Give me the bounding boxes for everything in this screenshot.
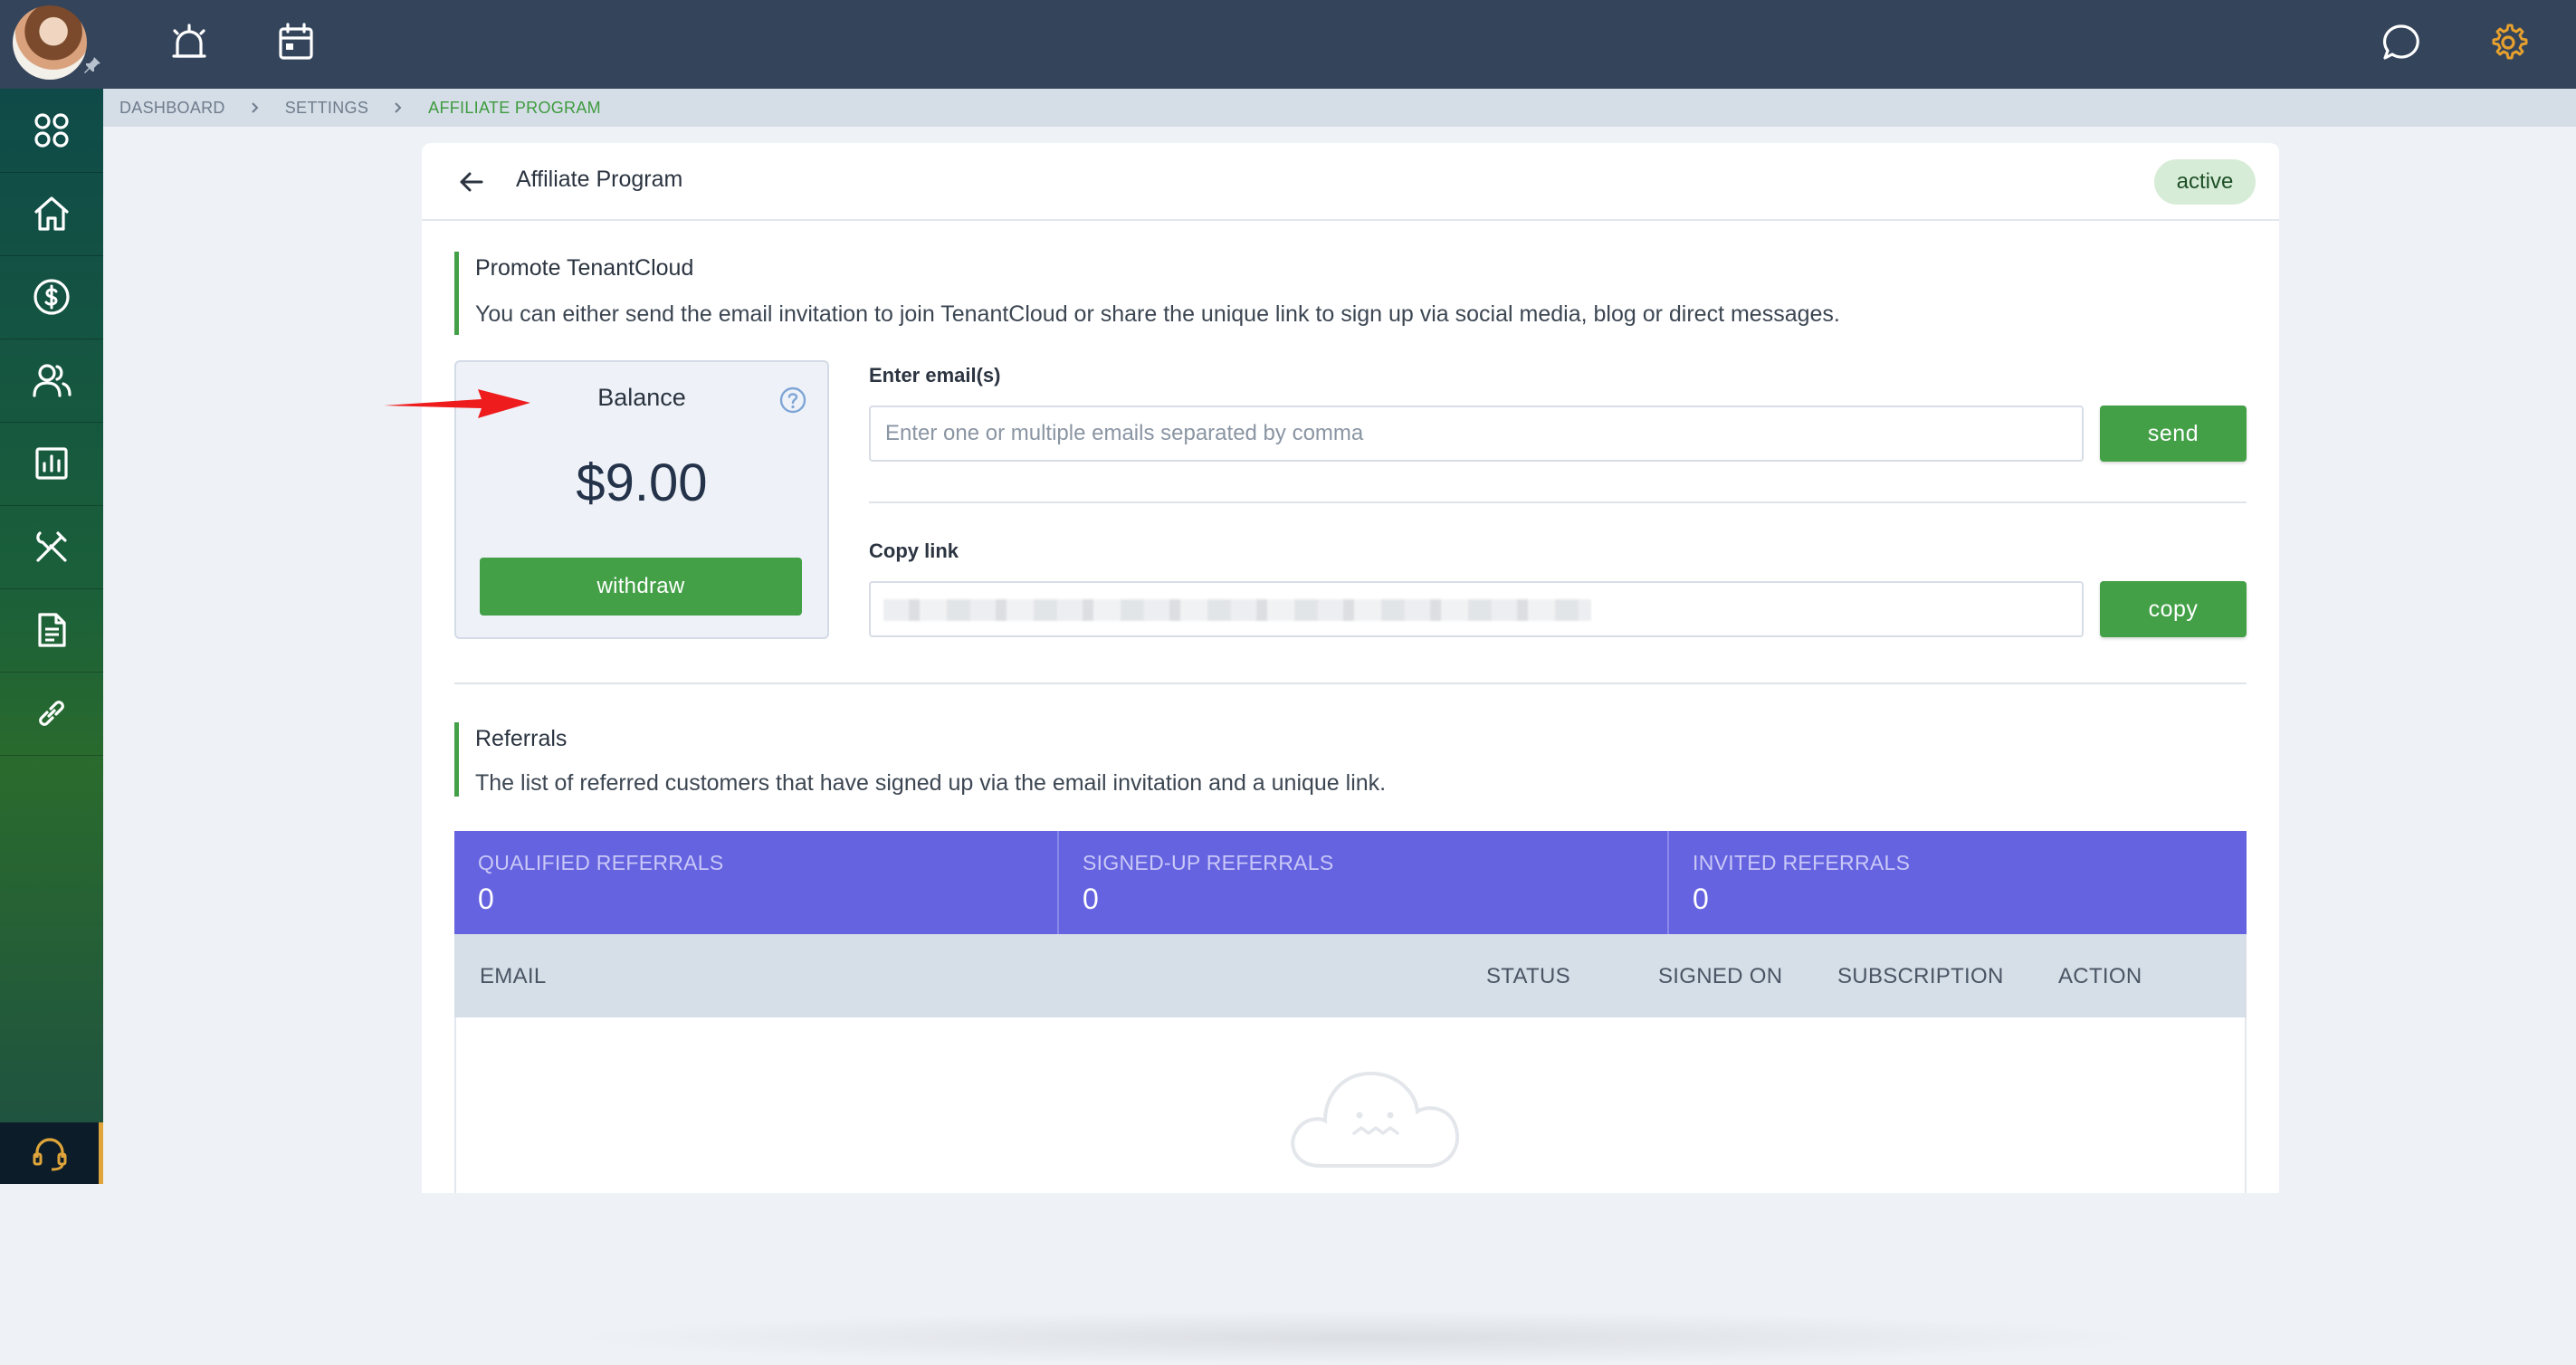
referral-link-value-redacted	[883, 599, 1591, 621]
referral-link-field[interactable]	[869, 581, 2084, 637]
column-action: ACTION	[2058, 964, 2142, 988]
link-icon	[39, 701, 64, 726]
breadcrumb: DASHBOARD SETTINGS AFFILIATE PROGRAM	[103, 89, 2576, 127]
divider	[454, 682, 2247, 684]
copy-link-label: Copy link	[869, 539, 959, 562]
gear-icon[interactable]	[2482, 16, 2534, 69]
dollar-icon	[33, 279, 70, 315]
email-field-label: Enter email(s)	[869, 364, 1001, 387]
back-arrow-icon[interactable]	[456, 167, 487, 197]
stat-label: QUALIFIED REFERRALS	[478, 851, 724, 874]
users-icon	[33, 364, 72, 397]
breadcrumb-affiliate-program: AFFILIATE PROGRAM	[428, 98, 601, 117]
email-input[interactable]	[869, 406, 2084, 462]
sidebar-item-people[interactable]	[0, 339, 103, 423]
status-badge: active	[2154, 159, 2256, 205]
promote-description: You can either send the email invitation…	[475, 301, 1840, 327]
avatar[interactable]	[13, 5, 87, 80]
headset-icon	[33, 1138, 66, 1171]
column-subscription[interactable]: SUBSCRIPTION	[1837, 964, 2004, 989]
referrals-description: The list of referred customers that have…	[475, 770, 1387, 796]
sidebar-item-documents[interactable]	[0, 588, 103, 673]
column-email[interactable]: EMAIL	[480, 964, 547, 989]
sidebar	[0, 89, 103, 1184]
promote-title: Promote TenantCloud	[475, 255, 694, 281]
stat-invited-referrals: INVITED REFERRALS 0	[1669, 831, 2247, 934]
tools-icon	[36, 531, 67, 562]
referrals-section: Referrals The list of referred customers…	[454, 722, 2265, 797]
annotation-arrow-icon	[384, 389, 530, 418]
column-status[interactable]: STATUS	[1486, 964, 1570, 989]
apps-grid-icon	[34, 113, 69, 148]
breadcrumb-settings[interactable]: SETTINGS	[285, 99, 368, 118]
sidebar-item-maintenance[interactable]	[0, 505, 103, 589]
sidebar-item-home[interactable]	[0, 172, 103, 256]
stat-value: 0	[1693, 883, 1709, 915]
breadcrumb-dashboard[interactable]: DASHBOARD	[119, 99, 225, 118]
chevron-right-icon	[395, 102, 402, 113]
stat-qualified-referrals: QUALIFIED REFERRALS 0	[454, 831, 1059, 934]
promote-section: Promote TenantCloud You can either send …	[454, 252, 2265, 335]
referral-stats: QUALIFIED REFERRALS 0 SIGNED-UP REFERRAL…	[454, 831, 2247, 934]
stat-label: SIGNED-UP REFERRALS	[1083, 851, 1334, 874]
calendar-icon[interactable]	[270, 16, 322, 69]
sidebar-item-apps[interactable]	[0, 89, 103, 173]
divider	[869, 501, 2247, 503]
chevron-right-icon	[252, 102, 259, 113]
chat-icon[interactable]	[2375, 16, 2428, 69]
alarm-icon[interactable]	[163, 16, 215, 69]
column-signed-on[interactable]: SIGNED ON	[1658, 964, 1782, 989]
reports-icon	[35, 447, 68, 480]
balance-amount: $9.00	[576, 453, 708, 512]
stat-label: INVITED REFERRALS	[1693, 851, 1911, 874]
pin-icon	[84, 57, 100, 73]
empty-cloud-icon	[1291, 1071, 1459, 1168]
referrals-title: Referrals	[475, 726, 568, 751]
help-icon[interactable]	[778, 386, 807, 415]
home-icon	[34, 196, 69, 231]
page-title: Affiliate Program	[516, 167, 683, 192]
send-button[interactable]: send	[2100, 406, 2247, 462]
copy-button[interactable]: copy	[2100, 581, 2247, 637]
stat-value: 0	[478, 883, 494, 915]
referrals-table-header: EMAIL STATUS SIGNED ON SUBSCRIPTION ACTI…	[454, 934, 2247, 1017]
withdraw-button[interactable]: withdraw	[480, 558, 802, 616]
card-header: Affiliate Program active	[422, 143, 2279, 221]
sidebar-item-affiliate[interactable]	[0, 672, 103, 756]
support-button[interactable]	[0, 1122, 103, 1184]
stat-signed-up-referrals: SIGNED-UP REFERRALS 0	[1059, 831, 1669, 934]
sidebar-item-reports[interactable]	[0, 422, 103, 506]
top-bar	[0, 0, 2576, 89]
sidebar-item-accounting[interactable]	[0, 255, 103, 339]
affiliate-program-card: Affiliate Program active Promote TenantC…	[422, 143, 2279, 1365]
document-icon	[38, 613, 66, 647]
empty-state-shadow	[565, 1311, 2158, 1365]
stat-value: 0	[1083, 883, 1099, 915]
